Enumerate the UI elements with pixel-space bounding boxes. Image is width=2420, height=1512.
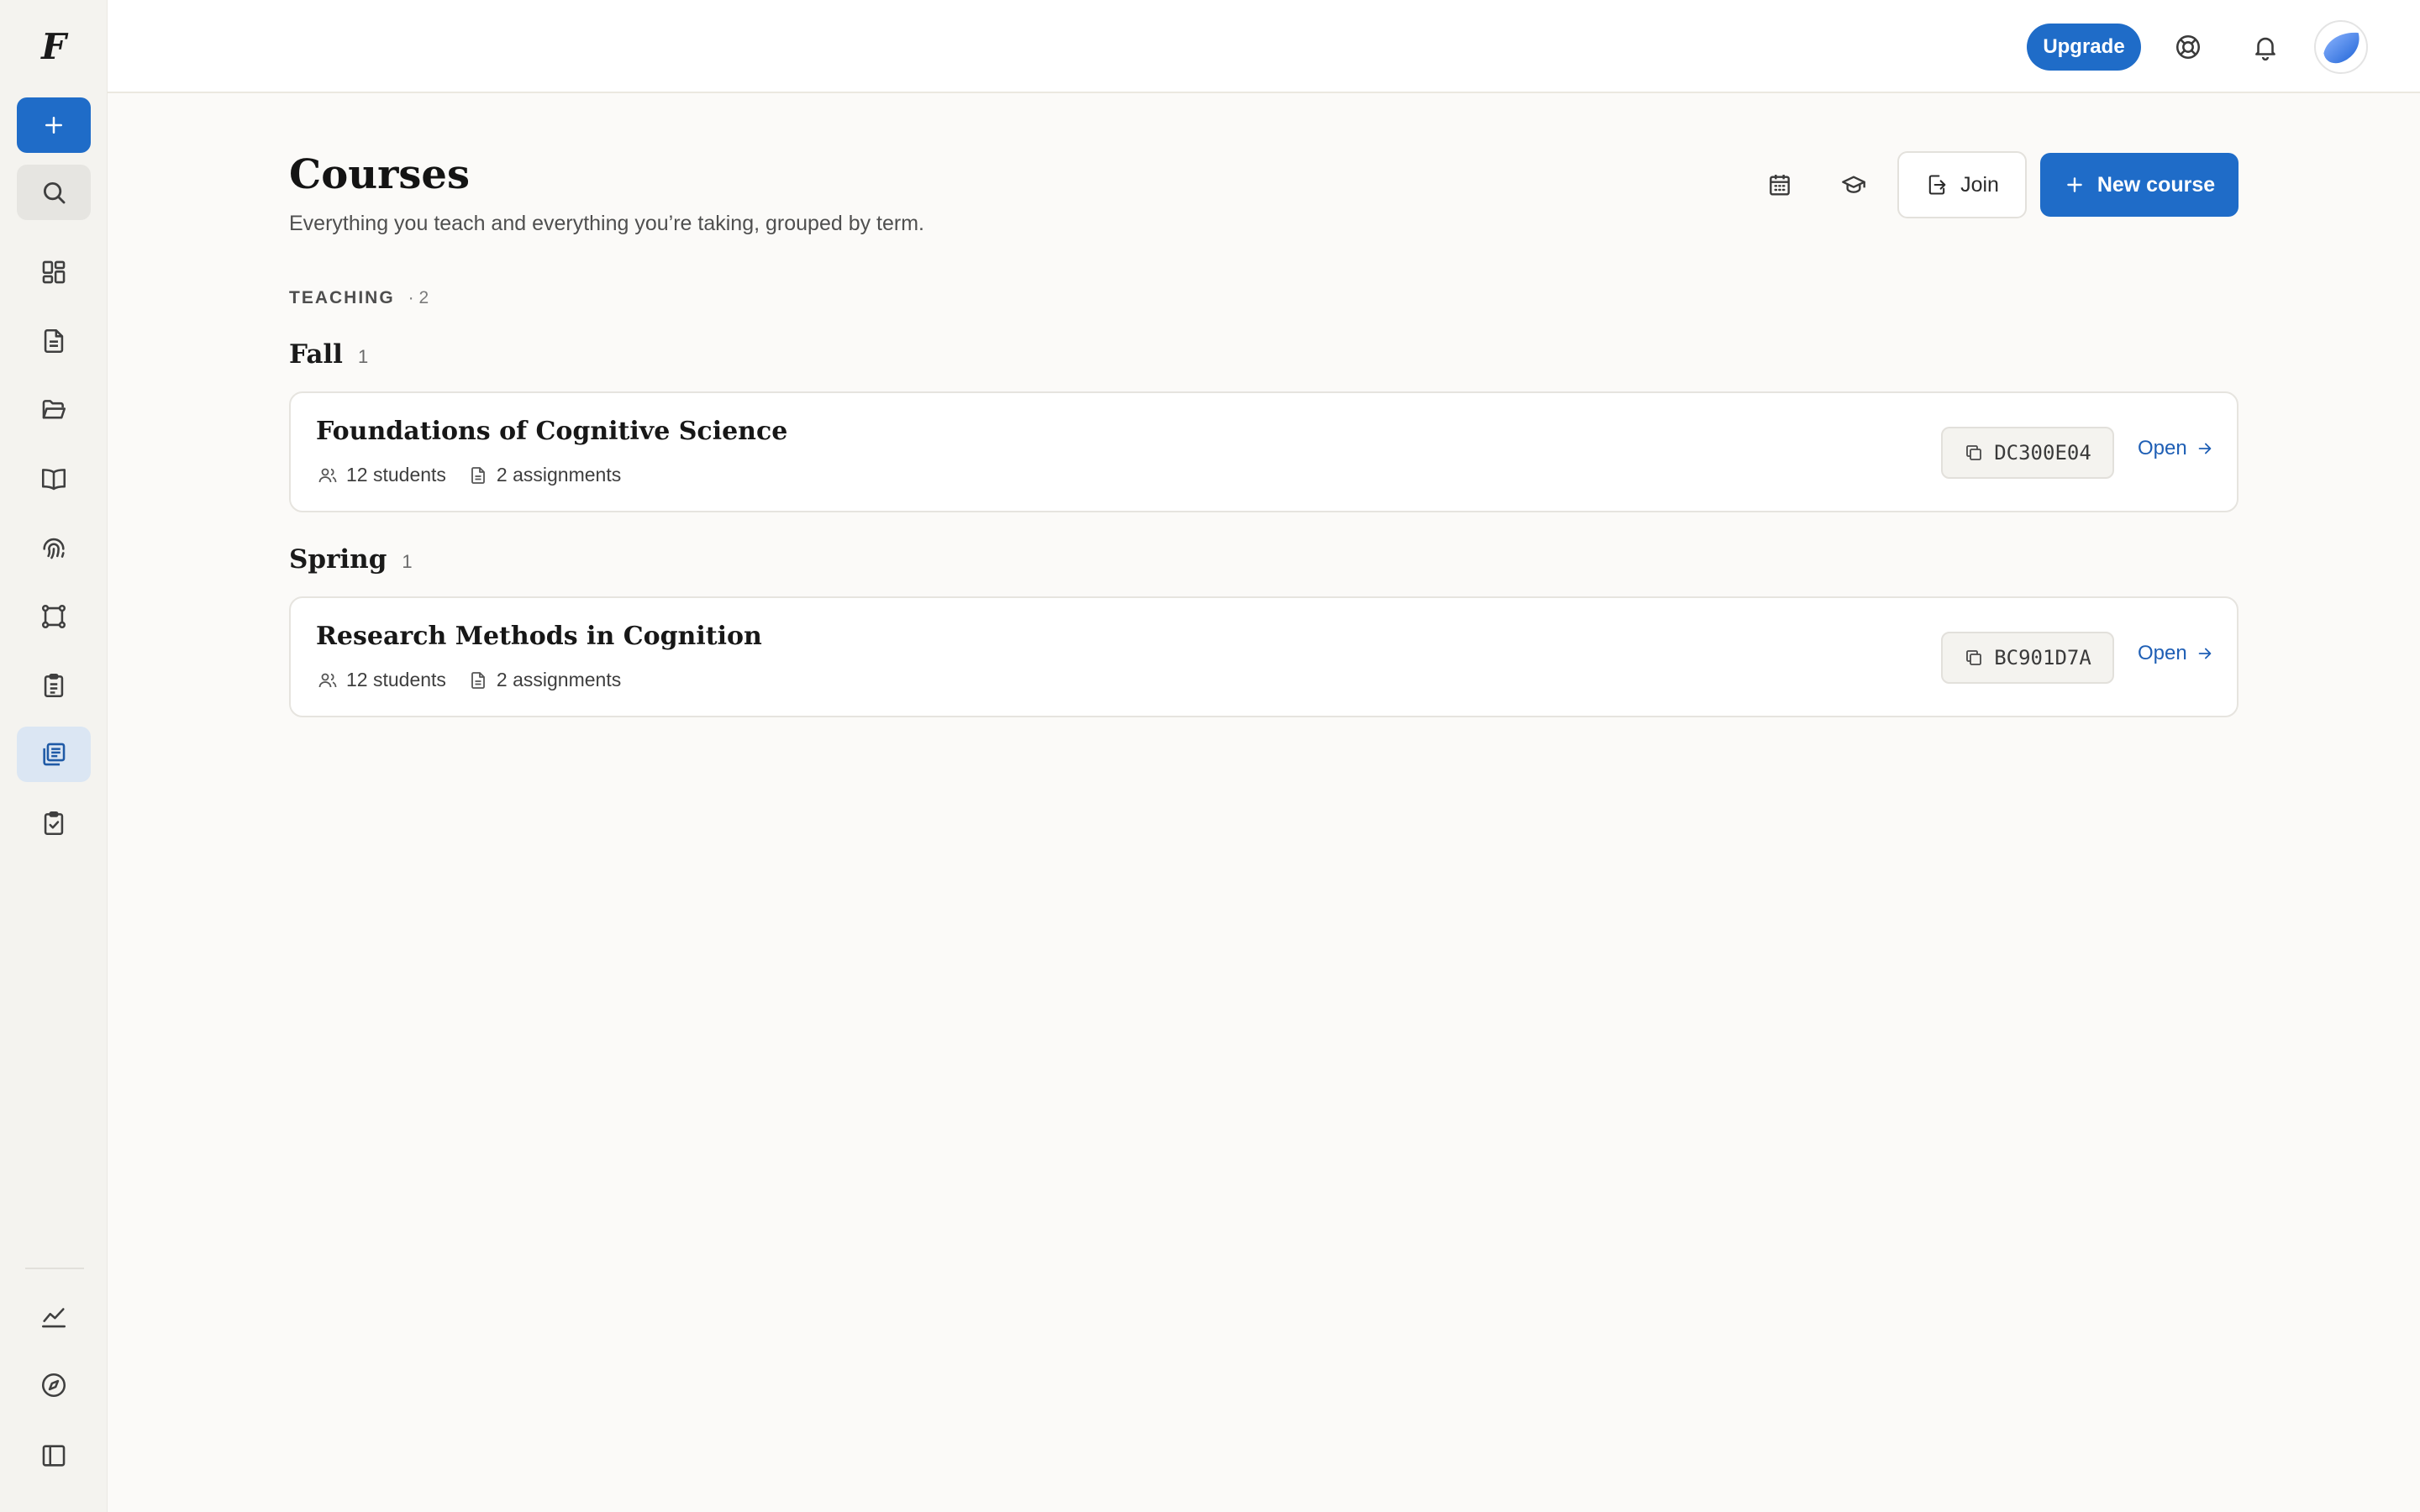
- term-count: 1: [402, 551, 413, 572]
- course-code: BC901D7A: [1994, 646, 2091, 669]
- sidebar-toggle-button[interactable]: [17, 1428, 91, 1483]
- section-count: · 2: [408, 288, 429, 307]
- clipboard-list-icon: [44, 673, 64, 698]
- term-header-fall: Fall 1: [289, 339, 368, 370]
- copy-icon: [1966, 650, 1982, 665]
- users-icon: [318, 673, 337, 687]
- sidebar-item-explore[interactable]: [17, 1357, 91, 1413]
- join-button[interactable]: Join: [1897, 151, 2027, 218]
- clipboard-check-icon: [44, 811, 64, 836]
- assignments-label: 2 assignments: [496, 669, 622, 690]
- sidebar-item-workflow[interactable]: [17, 589, 91, 644]
- chart-line-icon: [41, 1308, 66, 1328]
- user-avatar[interactable]: [2314, 20, 2368, 74]
- document-icon: [471, 671, 485, 689]
- app-logo[interactable]: F: [0, 22, 108, 72]
- plus-icon: [2067, 177, 2082, 192]
- open-label: Open: [2138, 437, 2187, 459]
- sidebar-item-courses[interactable]: [17, 727, 91, 782]
- students-label: 12 students: [346, 669, 446, 690]
- book-open-icon: [41, 469, 66, 491]
- page-subtitle: Everything you teach and everything you’…: [289, 212, 924, 235]
- graduation-cap-icon: [1842, 176, 1865, 193]
- sidebar-item-dashboard[interactable]: [17, 244, 91, 300]
- students-count: 12 students: [318, 464, 446, 486]
- section-label: TEACHING: [289, 288, 395, 307]
- enroll-button[interactable]: [1828, 160, 1879, 210]
- route-icon: [41, 604, 66, 629]
- course-card[interactable]: Foundations of Cognitive Science 12 stud…: [289, 391, 2238, 512]
- assignments-label: 2 assignments: [496, 464, 622, 486]
- copy-course-code-button[interactable]: BC901D7A: [1941, 632, 2114, 684]
- fingerprint-icon: [43, 538, 65, 559]
- sidebar-divider: [25, 1268, 84, 1269]
- course-meta: 12 students 2 assignments: [318, 464, 643, 486]
- students-count: 12 students: [318, 669, 446, 691]
- sidebar-item-fingerprint[interactable]: [17, 520, 91, 575]
- course-title[interactable]: Foundations of Cognitive Science: [316, 417, 787, 446]
- course-card[interactable]: Research Methods in Cognition 12 student…: [289, 596, 2238, 717]
- plus-icon: [45, 117, 62, 134]
- sidebar-item-analytics[interactable]: [17, 1289, 91, 1344]
- sidebar-item-tasks[interactable]: [17, 658, 91, 713]
- new-course-button[interactable]: New course: [2040, 153, 2238, 217]
- copy-icon: [1966, 445, 1982, 460]
- calendar-icon: [1770, 175, 1790, 196]
- sidebar-item-assignments[interactable]: [17, 795, 91, 851]
- dashboard-icon: [42, 260, 66, 284]
- page-title: Courses: [289, 151, 470, 198]
- join-icon: [1928, 175, 1946, 195]
- term-name: Spring: [289, 544, 387, 575]
- notifications-button[interactable]: [2244, 25, 2287, 69]
- assignments-count: 2 assignments: [468, 669, 621, 691]
- folder-open-icon: [42, 400, 66, 419]
- course-title[interactable]: Research Methods in Cognition: [316, 622, 762, 651]
- term-count: 1: [357, 346, 369, 367]
- assignments-count: 2 assignments: [468, 464, 621, 486]
- arrow-right-icon: [2198, 648, 2212, 659]
- search-button[interactable]: [17, 165, 91, 220]
- users-icon: [318, 468, 337, 482]
- help-button[interactable]: [2166, 25, 2210, 69]
- new-course-label: New course: [2096, 172, 2216, 197]
- top-bar: Upgrade: [108, 0, 2420, 93]
- new-item-button[interactable]: [17, 97, 91, 153]
- course-meta: 12 students 2 assignments: [318, 669, 643, 691]
- bell-icon: [2255, 37, 2275, 61]
- app-root: F Upgrade Courses Everything you teach a…: [0, 0, 2420, 1512]
- sidebar-item-documents[interactable]: [17, 313, 91, 369]
- open-course-link[interactable]: Open: [2138, 437, 2214, 460]
- open-course-link[interactable]: Open: [2138, 642, 2214, 665]
- avatar-image: [2323, 32, 2360, 64]
- students-label: 12 students: [346, 464, 446, 486]
- open-label: Open: [2138, 642, 2187, 664]
- lifebuoy-icon: [2175, 34, 2201, 60]
- sidebar-item-folders[interactable]: [17, 382, 91, 438]
- document-icon: [44, 328, 64, 354]
- term-name: Fall: [289, 339, 343, 370]
- join-label: Join: [1960, 172, 1999, 197]
- sidebar-toggle-icon: [42, 1445, 66, 1467]
- calendar-button[interactable]: [1754, 160, 1805, 210]
- sidebar: F: [0, 0, 108, 1512]
- upgrade-button[interactable]: Upgrade: [2027, 24, 2141, 71]
- courses-icon: [43, 743, 66, 766]
- arrow-right-icon: [2198, 443, 2212, 454]
- sidebar-item-library[interactable]: [17, 451, 91, 507]
- compass-icon: [41, 1373, 66, 1398]
- copy-course-code-button[interactable]: DC300E04: [1941, 427, 2114, 479]
- course-code: DC300E04: [1994, 441, 2091, 465]
- term-header-spring: Spring 1: [289, 544, 413, 575]
- document-icon: [471, 466, 485, 484]
- search-icon: [43, 181, 66, 204]
- section-teaching: TEACHING · 2: [289, 288, 429, 308]
